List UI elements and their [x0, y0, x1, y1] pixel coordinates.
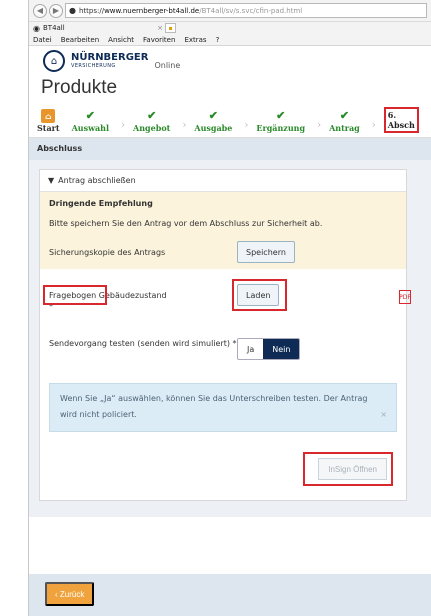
menu-item-help[interactable]: ? [216, 36, 220, 44]
step-auswahl[interactable]: ✔ Auswahl [72, 109, 109, 133]
company-logo-icon: ⌂ [43, 50, 65, 72]
panel-header-label: Antrag abschließen [58, 176, 136, 185]
chevron-right-icon: › [371, 120, 376, 131]
browser-window: ◀ ▶ ● https:// www.nuernberger-bt4all.de… [28, 0, 431, 616]
back-arrow-icon[interactable]: ◀ [33, 3, 47, 18]
brand-suffix: Online [154, 60, 181, 70]
close-icon[interactable]: × [380, 407, 387, 423]
brand-header: ⌂ NÜRNBERGER VERSICHERUNG Online [29, 46, 431, 76]
step-start[interactable]: ⌂ Start [37, 109, 60, 133]
brand-line1: NÜRNBERGER [71, 52, 149, 63]
chevron-right-icon: › [244, 120, 249, 131]
menu-item-bearbeiten[interactable]: Bearbeiten [61, 36, 99, 44]
chevron-right-icon: › [182, 120, 187, 131]
checkmark-icon: ✔ [147, 109, 157, 122]
address-bar[interactable]: ● https:// www.nuernberger-bt4all.de /BT… [65, 3, 427, 18]
step-ergaenzung[interactable]: ✔ Ergänzung [256, 109, 305, 133]
browser-navbar: ◀ ▶ ● https:// www.nuernberger-bt4all.de… [29, 0, 431, 22]
url-path: /BT4all/sv/s.svc/cfin-pad.html [199, 6, 303, 15]
step-label: Absch [387, 120, 415, 130]
back-button-label: Zurück [59, 589, 85, 599]
site-icon: ● [69, 6, 76, 15]
step-number: 6. [387, 110, 397, 120]
load-button[interactable]: Laden [237, 284, 280, 306]
checkmark-icon: ✔ [85, 109, 95, 122]
step-label: Ergänzung [256, 123, 306, 133]
menu-item-datei[interactable]: Datei [33, 36, 52, 44]
menu-item-extras[interactable]: Extras [184, 36, 206, 44]
recommendation-box: Dringende Empfehlung Bitte speichern Sie… [40, 192, 406, 269]
save-button[interactable]: Speichern [237, 241, 295, 263]
send-test-toggle[interactable]: Ja Nein [237, 338, 301, 360]
backup-row: Sicherungskopie des Antrags Speichern [49, 241, 397, 263]
content-area: ▼ Antrag abschließen Dringende Empfehlun… [29, 160, 431, 517]
panel-footer: InSign Öffnen [49, 432, 397, 500]
back-button[interactable]: ‹ Zurück [45, 582, 95, 606]
pdf-icon[interactable]: PDF [399, 290, 411, 304]
process-stepper: ⌂ Start ✔ Auswahl › ✔ Angebot › ✔ Ausgab… [29, 100, 431, 138]
panel-header[interactable]: ▼ Antrag abschließen [40, 170, 406, 192]
favicon-icon: ◉ [33, 23, 40, 33]
step-angebot[interactable]: ✔ Angebot [133, 109, 170, 133]
step-antrag[interactable]: ✔ Antrag [329, 109, 360, 133]
chevron-right-icon: › [121, 120, 126, 131]
backup-label: Sicherungskopie des Antrags [49, 247, 166, 257]
recommendation-text: Bitte speichern Sie den Antrag vor dem A… [49, 219, 323, 228]
section-title: Abschluss [29, 138, 431, 160]
chevron-down-icon: ▼ [48, 176, 55, 185]
send-test-label: Sendevorgang testen (senden wird simulie… [49, 339, 237, 348]
toggle-yes[interactable]: Ja [238, 339, 264, 359]
checkmark-icon: ✔ [276, 109, 286, 122]
browser-menubar: Datei Bearbeiten Ansicht Favoriten Extra… [29, 34, 431, 46]
menu-item-favoriten[interactable]: Favoriten [143, 36, 175, 44]
antrag-panel: ▼ Antrag abschließen Dringende Empfehlun… [39, 169, 411, 501]
bottom-bar: ‹ Zurück [29, 574, 431, 616]
toggle-no[interactable]: Nein [263, 339, 300, 359]
step-start-label: Start [37, 123, 60, 133]
forward-arrow-icon[interactable]: ▶ [49, 3, 63, 18]
new-tab-icon[interactable]: ▪ [165, 23, 176, 33]
send-test-row: Sendevorgang testen (senden wird simulie… [49, 325, 397, 369]
tab-title: BT4all [42, 24, 65, 32]
step-label: Ausgabe [194, 123, 233, 133]
info-text: Wenn Sie „Ja“ auswählen, können Sie das … [60, 394, 368, 419]
checkmark-icon: ✔ [208, 109, 218, 122]
highlight-box-label [43, 285, 107, 305]
browser-tab[interactable]: ◉ BT4all × [33, 24, 163, 33]
step-label: Antrag [329, 123, 360, 133]
step-label: Angebot [133, 123, 171, 133]
url-host: www.nuernberger-bt4all.de [104, 6, 200, 15]
info-alert: Wenn Sie „Ja“ auswählen, können Sie das … [49, 383, 397, 432]
home-icon: ⌂ [41, 109, 56, 123]
browser-tabbar: ◉ BT4all × ▪ [29, 22, 431, 34]
menu-item-ansicht[interactable]: Ansicht [108, 36, 134, 44]
checkmark-icon: ✔ [339, 109, 350, 122]
recommendation-title: Dringende Empfehlung [49, 199, 153, 208]
step-label: Auswahl [71, 123, 110, 133]
chevron-right-icon: › [317, 120, 322, 131]
step-abschluss-current[interactable]: 6. Absch [383, 107, 419, 133]
insign-open-button[interactable]: InSign Öffnen [318, 458, 387, 480]
questionnaire-row: Fragebogen Gebäudezustand * Laden PDF [43, 269, 411, 325]
step-ausgabe[interactable]: ✔ Ausgabe [194, 109, 232, 133]
url-scheme: https:// [78, 6, 105, 15]
tab-close-icon[interactable]: × [157, 24, 163, 32]
panel-body: Fragebogen Gebäudezustand * Laden PDF Se… [40, 269, 411, 500]
brand-name: NÜRNBERGER VERSICHERUNG [71, 52, 149, 70]
page-title: Produkte [41, 77, 118, 98]
brand-line2: VERSICHERUNG [71, 63, 116, 69]
